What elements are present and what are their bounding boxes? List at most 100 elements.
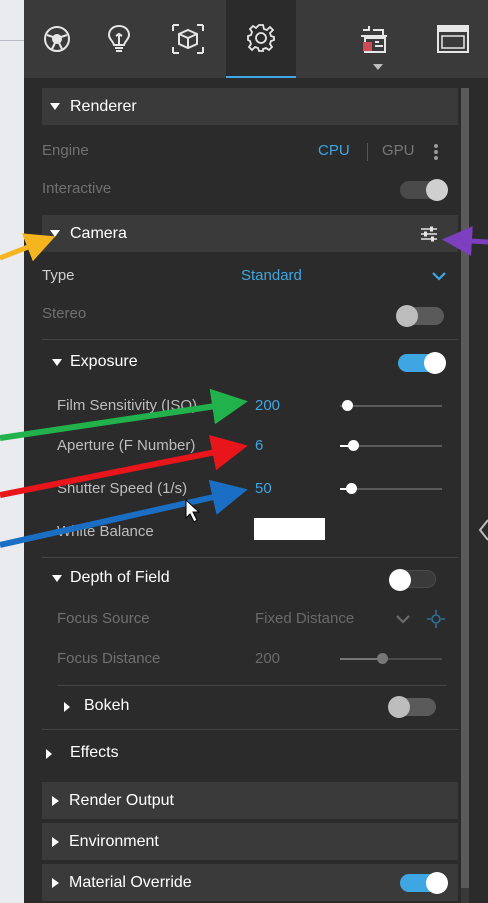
annotation-guide-line: [0, 40, 24, 41]
settings-panel: Renderer Engine CPU GPU Interactive Came…: [24, 0, 488, 903]
slider-fill: [340, 658, 382, 660]
toggle-knob: [396, 305, 418, 327]
toggle-knob: [424, 352, 446, 374]
scene-icon: [361, 26, 387, 53]
tab-scene[interactable]: [158, 0, 218, 78]
tab-window[interactable]: [424, 0, 482, 78]
camera-type-select[interactable]: Standard: [241, 267, 302, 284]
gear-icon: [247, 24, 275, 52]
film-sensitivity-label: Film Sensitivity (ISO): [57, 397, 198, 414]
more-options-icon[interactable]: [434, 143, 438, 161]
depth-of-field-toggle[interactable]: [389, 569, 436, 591]
toggle-knob: [426, 872, 448, 894]
exposure-toggle[interactable]: [398, 352, 446, 374]
focus-source-select[interactable]: Fixed Distance: [255, 610, 354, 627]
tab-bar: [24, 0, 488, 78]
section-renderer-header[interactable]: Renderer: [42, 88, 458, 125]
aperture-label: Aperture (F Number): [57, 437, 196, 454]
effects-header[interactable]: Effects: [32, 735, 460, 773]
tab-globe[interactable]: [28, 0, 86, 78]
section-title: Material Override: [69, 873, 192, 891]
lightbulb-icon: [107, 24, 131, 52]
shutter-speed-value[interactable]: 50: [255, 480, 272, 497]
chevron-down-icon[interactable]: [373, 64, 383, 70]
bokeh-header[interactable]: Bokeh: [32, 688, 460, 726]
white-balance-label: White Balance: [57, 523, 154, 540]
exposure-title: Exposure: [70, 353, 138, 370]
film-sensitivity-slider[interactable]: [340, 405, 442, 407]
section-environment-header[interactable]: Environment: [42, 823, 458, 860]
focus-source-label: Focus Source: [57, 610, 150, 627]
engine-divider: [367, 143, 368, 161]
depth-of-field-header[interactable]: Depth of Field: [32, 560, 460, 598]
stereo-row: Stereo: [32, 296, 460, 334]
interactive-label: Interactive: [42, 180, 112, 197]
gpu-button[interactable]: GPU: [382, 142, 415, 159]
stereo-toggle[interactable]: [396, 305, 444, 327]
slider-knob[interactable]: [346, 483, 357, 494]
scrollbar-thumb[interactable]: [461, 88, 469, 888]
expand-triangle-icon: [52, 877, 59, 888]
window-icon: [437, 25, 469, 53]
focus-distance-row: Focus Distance 200: [32, 641, 460, 679]
collapse-triangle-icon: [52, 359, 62, 366]
expand-triangle-icon: [52, 836, 59, 847]
collapse-triangle-icon: [50, 230, 60, 237]
focus-target-icon[interactable]: [426, 609, 446, 629]
aperture-row: Aperture (F Number) 6: [32, 428, 460, 466]
tab-settings[interactable]: [226, 0, 296, 78]
toggle-knob: [388, 696, 410, 718]
globe-icon: [44, 26, 70, 52]
section-title: Renderer: [70, 97, 137, 115]
exposure-header[interactable]: Exposure: [32, 344, 460, 382]
properties-panel: Renderer Engine CPU GPU Interactive Came…: [32, 78, 460, 903]
depth-of-field-title: Depth of Field: [70, 569, 170, 586]
sliders-icon[interactable]: [420, 225, 438, 243]
expand-triangle-icon: [64, 702, 70, 712]
section-divider: [42, 729, 458, 730]
section-title: Environment: [69, 832, 159, 850]
effects-title: Effects: [70, 744, 119, 761]
engine-label: Engine: [42, 142, 89, 159]
section-divider: [42, 339, 458, 340]
bokeh-title: Bokeh: [84, 697, 130, 714]
toggle-knob: [389, 569, 411, 591]
shutter-speed-row: Shutter Speed (1/s) 50: [32, 471, 460, 509]
film-sensitivity-row: Film Sensitivity (ISO) 200: [32, 388, 460, 426]
expand-triangle-icon: [52, 795, 59, 806]
film-sensitivity-value[interactable]: 200: [255, 397, 280, 414]
collapse-triangle-icon: [50, 103, 60, 110]
expand-triangle-icon: [46, 749, 52, 759]
section-material-override-header[interactable]: Material Override: [42, 864, 458, 901]
section-camera-header[interactable]: Camera: [42, 215, 458, 252]
aperture-value[interactable]: 6: [255, 437, 263, 454]
collapse-triangle-icon: [52, 575, 62, 582]
chevron-down-icon[interactable]: [396, 614, 410, 624]
interactive-row: Interactive: [32, 171, 460, 209]
section-title: Render Output: [69, 791, 174, 809]
interactive-toggle[interactable]: [400, 179, 448, 201]
white-balance-row: White Balance: [32, 514, 460, 552]
section-title: Camera: [70, 224, 127, 242]
bokeh-toggle[interactable]: [388, 696, 436, 718]
focus-distance-value[interactable]: 200: [255, 650, 280, 667]
cube-icon: [172, 24, 204, 54]
camera-type-row: Type Standard: [32, 258, 460, 296]
slider-knob[interactable]: [377, 653, 388, 664]
focus-distance-label: Focus Distance: [57, 650, 161, 667]
cpu-button[interactable]: CPU: [318, 142, 350, 159]
engine-row: Engine CPU GPU: [32, 133, 460, 171]
tab-lights[interactable]: [90, 0, 148, 78]
section-render-output-header[interactable]: Render Output: [42, 782, 458, 819]
slider-knob[interactable]: [348, 440, 359, 451]
slider-knob[interactable]: [342, 400, 353, 411]
subsection-divider: [57, 685, 447, 686]
white-balance-swatch[interactable]: [254, 518, 325, 540]
focus-source-row: Focus Source Fixed Distance: [32, 601, 460, 639]
shutter-speed-label: Shutter Speed (1/s): [57, 480, 188, 497]
toggle-knob: [426, 179, 448, 201]
material-override-toggle[interactable]: [400, 872, 448, 894]
chevron-down-icon[interactable]: [432, 271, 446, 281]
stereo-label: Stereo: [42, 305, 87, 322]
section-divider: [42, 557, 458, 558]
